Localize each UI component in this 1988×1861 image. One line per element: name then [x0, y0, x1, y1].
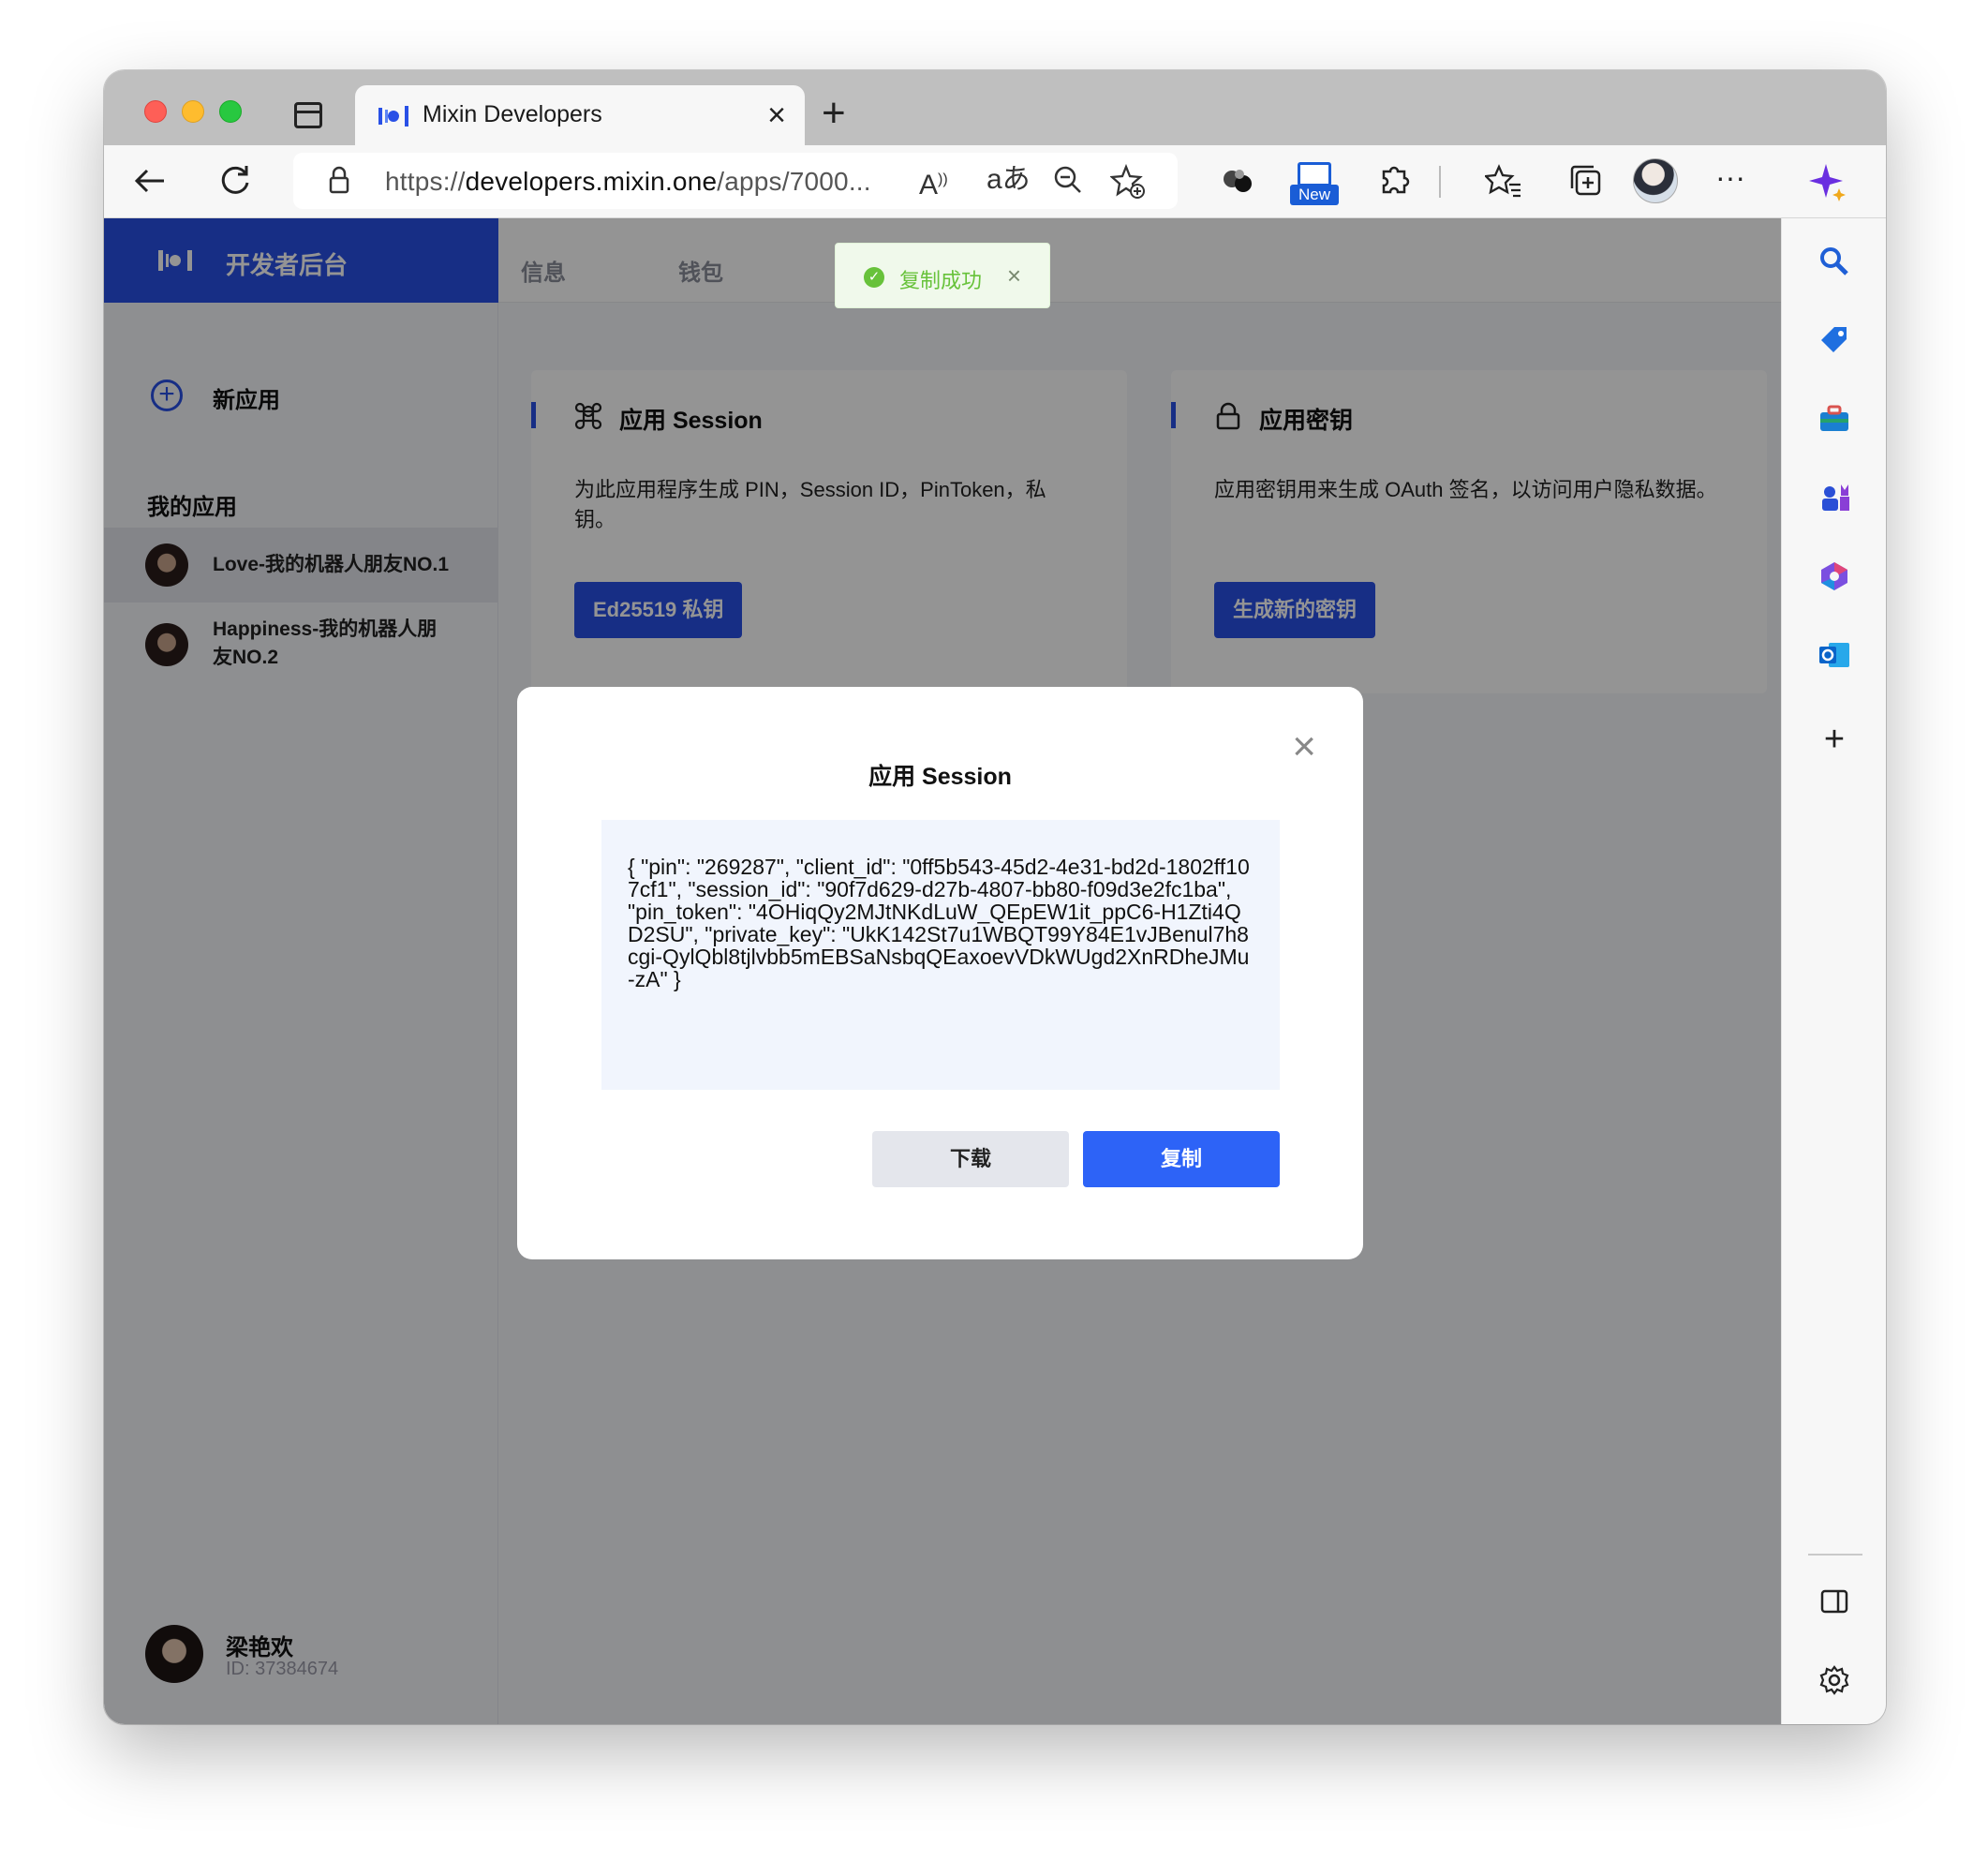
search-icon[interactable] [1817, 245, 1851, 278]
games-chess-icon[interactable] [1817, 481, 1851, 514]
browser-tab[interactable]: Mixin Developers × [355, 85, 805, 145]
address-bar[interactable]: https://developers.mixin.one/apps/7000..… [293, 153, 1178, 209]
tab-title: Mixin Developers [423, 101, 602, 127]
session-dialog: 应用 Session × { "pin": "269287", "client_… [517, 687, 1363, 1259]
new-tab-icon[interactable]: + [822, 93, 846, 134]
zoom-window-button[interactable] [219, 100, 242, 123]
lock-icon[interactable] [329, 166, 349, 194]
tab-actions-icon[interactable] [294, 102, 322, 128]
add-favorite-icon[interactable] [1109, 163, 1146, 207]
sidebar-panel-icon[interactable] [1817, 1585, 1851, 1618]
translate-icon[interactable]: aあ [987, 164, 1031, 196]
copy-success-toast: ✓ 复制成功 × [835, 243, 1050, 308]
close-tab-icon[interactable]: × [767, 97, 786, 134]
back-arrow-icon[interactable] [132, 162, 170, 207]
close-icon[interactable]: × [1292, 726, 1316, 767]
browser-window: Mixin Developers × + https://developers.… [104, 70, 1886, 1724]
tools-briefcase-icon[interactable] [1817, 402, 1851, 436]
microsoft-365-icon[interactable] [1817, 559, 1851, 593]
close-icon[interactable]: × [1007, 262, 1021, 289]
profile-avatar[interactable] [1633, 158, 1678, 203]
extensions-puzzle-icon[interactable] [1376, 162, 1412, 205]
check-circle-icon: ✓ [864, 267, 884, 288]
download-button[interactable]: 下载 [872, 1131, 1069, 1187]
mixin-logo-icon [378, 106, 408, 127]
close-window-button[interactable] [144, 100, 167, 123]
tab-strip: Mixin Developers × + [104, 70, 1886, 145]
settings-gear-icon[interactable] [1817, 1663, 1851, 1697]
session-json-textarea[interactable]: { "pin": "269287", "client_id": "0ff5b54… [601, 820, 1280, 1090]
reload-icon[interactable] [216, 162, 254, 207]
outlook-icon[interactable] [1817, 638, 1851, 672]
sidebar-divider [1808, 1554, 1862, 1556]
add-icon[interactable]: + [1817, 722, 1851, 757]
extension-orbs-icon[interactable] [1219, 162, 1256, 207]
web-page: 开发者后台 + 新应用 我的应用 Love-我的机器人朋友NO.1 Happin… [104, 218, 1781, 1724]
zoom-out-icon[interactable] [1052, 164, 1084, 203]
url-text[interactable]: https://developers.mixin.one/apps/7000..… [385, 167, 871, 197]
read-aloud-icon[interactable]: A)) [919, 164, 948, 201]
toast-message: 复制成功 [899, 269, 983, 292]
dialog-title: 应用 Session [868, 764, 1012, 790]
copy-button[interactable]: 复制 [1083, 1131, 1280, 1187]
minimize-window-button[interactable] [182, 100, 204, 123]
shopping-tag-icon[interactable] [1817, 323, 1851, 357]
browser-toolbar: https://developers.mixin.one/apps/7000..… [104, 145, 1886, 218]
new-extension-icon[interactable]: New [1290, 162, 1339, 205]
edge-sidebar: + [1781, 218, 1886, 1724]
toolbar-separator [1439, 166, 1441, 198]
copilot-sparkle-icon[interactable] [1807, 162, 1847, 209]
favorites-icon[interactable] [1483, 162, 1522, 207]
collections-icon[interactable] [1567, 162, 1605, 207]
more-options-icon[interactable]: ··· [1715, 158, 1745, 196]
